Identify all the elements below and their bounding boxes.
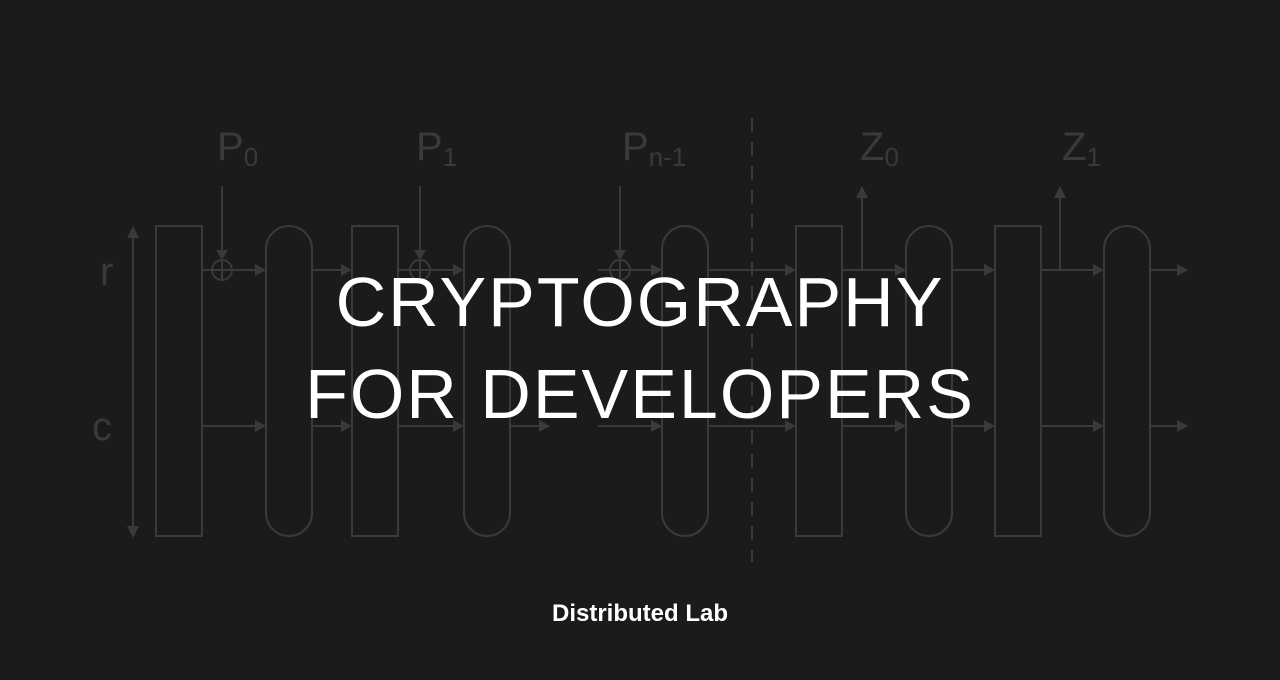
page-title: CRYPTOGRAPHY FOR DEVELOPERS	[0, 256, 1280, 440]
input-label-pn-1: Pn-1	[622, 125, 686, 172]
title-line-1: CRYPTOGRAPHY	[335, 263, 945, 341]
title-line-2: FOR DEVELOPERS	[305, 355, 975, 433]
input-label-p0: P0	[217, 125, 258, 172]
brand-name: Distributed Lab	[551, 600, 728, 627]
input-label-p1: P1	[416, 125, 457, 172]
output-label-z0: Z0	[860, 125, 899, 172]
output-label-z1: Z1	[1062, 125, 1101, 172]
